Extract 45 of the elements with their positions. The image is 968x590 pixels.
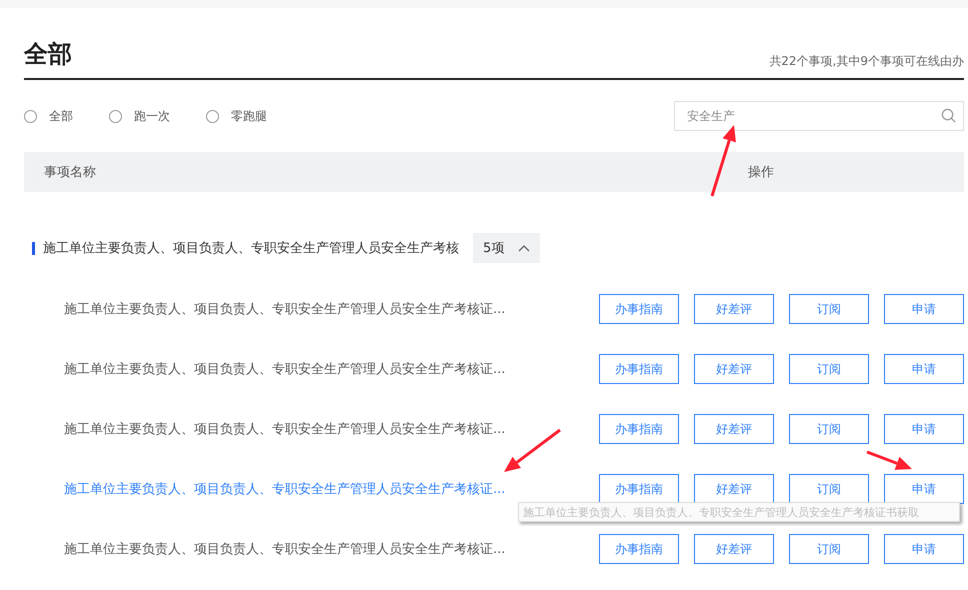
action-button[interactable]: 办事指南 [599,534,679,564]
group-title: 施工单位主要负责人、项目负责人、专职安全生产管理人员安全生产考核 [43,240,459,257]
chevron-icon [518,244,530,252]
action-button[interactable]: 好差评 [694,354,774,384]
radio-icon[interactable] [206,110,219,122]
action-button[interactable]: 办事指南 [599,354,679,384]
group-toggle[interactable]: 5项 [473,233,540,263]
action-button[interactable]: 办事指南 [599,474,679,504]
filter-radio[interactable]: 零跑腿 [206,108,267,124]
action-button[interactable]: 办事指南 [599,414,679,444]
action-button[interactable]: 订阅 [789,414,869,444]
page-title: 全部 [24,39,72,70]
action-button[interactable]: 好差评 [694,534,774,564]
action-button[interactable]: 好差评 [694,294,774,324]
action-button[interactable]: 订阅 [789,474,869,504]
action-button[interactable]: 办事指南 [599,294,679,324]
search-field[interactable]: 安全生产 [674,101,964,131]
action-button[interactable]: 申请 [884,534,964,564]
action-button[interactable]: 订阅 [789,294,869,324]
radio-label: 全部 [49,108,73,124]
action-button[interactable]: 申请 [884,414,964,444]
item-link[interactable]: 施工单位主要负责人、项目负责人、专职安全生产管理人员安全生产考核证... [64,360,584,378]
item-link[interactable]: 施工单位主要负责人、项目负责人、专职安全生产管理人员安全生产考核证... [64,480,584,498]
column-header: 操作 [748,164,775,181]
item-link[interactable]: 施工单位主要负责人、项目负责人、专职安全生产管理人员安全生产考核证... [64,420,584,438]
radio-label: 零跑腿 [231,108,267,124]
action-button[interactable]: 订阅 [789,534,869,564]
item-link[interactable]: 施工单位主要负责人、项目负责人、专职安全生产管理人员安全生产考核证... [64,540,584,558]
action-button[interactable]: 订阅 [789,354,869,384]
column-header: 事项名称 [43,164,97,181]
action-button[interactable]: 好差评 [694,474,774,504]
filter-radio[interactable]: 跑一次 [109,108,170,124]
action-button[interactable]: 申请 [884,474,964,504]
summary-text: 共22个事项,其中9个事项可在线由办 [769,53,964,70]
action-button[interactable]: 申请 [884,354,964,384]
radio-label: 跑一次 [134,108,170,124]
action-button[interactable]: 好差评 [694,414,774,444]
search-icon[interactable] [941,108,956,123]
filter-radio[interactable]: 全部 [24,108,73,124]
group-marker [32,242,35,254]
radio-icon[interactable] [24,110,37,122]
radio-icon[interactable] [109,110,122,122]
action-button[interactable]: 申请 [884,294,964,324]
tooltip: 施工单位主要负责人、项目负责人、专职安全生产管理人员安全生产考核证书获取 [518,502,960,522]
item-link[interactable]: 施工单位主要负责人、项目负责人、专职安全生产管理人员安全生产考核证... [64,300,584,318]
